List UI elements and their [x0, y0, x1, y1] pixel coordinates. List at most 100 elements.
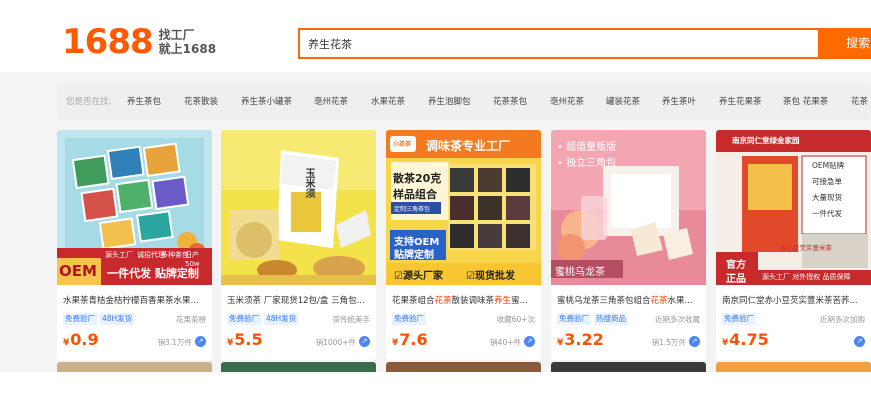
image-text: 蜜桃乌龙茶 [555, 267, 605, 278]
image-text: 样品组合 [393, 188, 437, 201]
product-image[interactable]: • 超值量贩版 • 独立三角包 蜜桃乌龙茶 [551, 130, 706, 285]
product-image[interactable]: 南京同仁堂绿金家园 OEM贴牌 可接急单 大量现货 一件代发 官方 正品 源头工… [716, 130, 871, 285]
price-value: 7.6 [399, 330, 428, 349]
image-text: 可接急单 [812, 177, 842, 186]
logo-slogan-line1: 找工厂 [158, 28, 195, 42]
product-title[interactable]: 水果茶青桔金桔柠檬百香果茶水果... [63, 294, 211, 306]
title-highlight: 花茶 [434, 296, 452, 306]
logo[interactable]: 1688 找工厂 就上1688 [62, 22, 216, 62]
product-image[interactable]: 玉米须 [221, 130, 376, 285]
price-value: 5.5 [234, 330, 263, 349]
tag-list: 免费验厂 [392, 313, 426, 325]
title-text: 散装调味茶 [451, 296, 495, 306]
suggestion-item[interactable]: 养生茶包 [127, 95, 161, 107]
image-text: ☑源头厂家 [394, 271, 443, 282]
product-title[interactable]: 南京同仁堂赤小豆芡实薏米茶苦荞... [722, 294, 870, 306]
price-value: 3.22 [564, 330, 604, 349]
tag: 免费验厂 [63, 313, 97, 325]
shop-note: 收藏60+次 [496, 315, 535, 324]
image-text: 小茶茶 [393, 141, 412, 148]
shop-note: 花果茶榜 [176, 315, 206, 324]
tag: 热搜商品 [594, 313, 628, 325]
tag: 免费验厂 [227, 313, 261, 325]
image-text: ☑现货批发 [466, 271, 515, 282]
logo-number: 1688 [62, 22, 154, 62]
product-image[interactable]: 源头工厂 诚招代理 多种茶包 日产50w OEM 一件代发 贴牌定制 [57, 130, 212, 285]
product-card-partial[interactable] [551, 362, 706, 372]
currency-symbol: ¥ [722, 338, 729, 348]
suggestion-item[interactable]: 养生茶小罐茶 [241, 95, 292, 107]
product-title[interactable]: 玉米须茶 厂家现货12包/盒 三角包... [227, 294, 375, 306]
image-text: 正品 [726, 274, 746, 285]
title-highlight: 花茶 [650, 296, 668, 306]
suggestion-item[interactable]: 水果花茶 [371, 95, 405, 107]
product-card-partial[interactable] [716, 362, 871, 372]
product-card[interactable]: • 超值量贩版 • 独立三角包 蜜桃乌龙茶 蜜桃乌龙茶三角茶包组合花茶水果...… [551, 130, 706, 360]
suggestion-item[interactable]: 茶包 花果茶 [783, 95, 828, 107]
tag: 48H发货 [264, 313, 299, 325]
suggestion-item[interactable]: 花茶散装 [184, 95, 218, 107]
image-text: 源头工厂 [105, 251, 133, 259]
shop-note: 茶传统美手 [332, 315, 371, 324]
suggestion-item[interactable]: 养生花果茶 [719, 95, 762, 107]
image-text: 调味茶专业工厂 [426, 139, 511, 153]
image-text: • 超值量贩版 [557, 142, 617, 153]
product-image[interactable]: 小茶茶 调味茶专业工厂 散茶20克 样品组合 定制三角茶包 支持OEM 贴牌定制… [386, 130, 541, 285]
suggestion-item[interactable]: 罐装花茶 [606, 95, 640, 107]
suggestion-item[interactable]: 养生茶叶 [662, 95, 696, 107]
product-card[interactable]: 南京同仁堂绿金家园 OEM贴牌 可接急单 大量现货 一件代发 官方 正品 源头工… [716, 130, 871, 360]
currency-symbol: ¥ [557, 338, 564, 348]
info-icon[interactable]: ↗ [195, 336, 206, 347]
info-icon[interactable]: ↗ [689, 336, 700, 347]
tag: 免费验厂 [722, 313, 756, 325]
suggestion-item[interactable]: 亳州花茶 [314, 95, 348, 107]
image-text: OEM贴牌 [812, 161, 845, 170]
image-text: OEM [59, 262, 97, 280]
product-card-partial[interactable] [57, 362, 212, 372]
price: ¥5.5 [227, 330, 263, 349]
suggestion-item[interactable]: 养生泡脚包 [428, 95, 471, 107]
price: ¥4.75 [722, 330, 769, 349]
tag-list: 免费验厂 [722, 313, 756, 325]
shop-note: 近期多次收藏 [655, 315, 700, 324]
suggestion-bar: 您是否在找: 养生茶包 花茶散装 养生茶小罐茶 亳州花茶 水果花茶 养生泡脚包 … [57, 84, 871, 120]
tag-list: 免费验厂 48H发货 [227, 313, 299, 325]
image-text: • 独立三角包 [557, 158, 617, 169]
product-card-partial[interactable] [221, 362, 376, 372]
price-value: 0.9 [70, 330, 99, 349]
info-icon[interactable]: ↗ [359, 336, 370, 347]
product-title[interactable]: 蜜桃乌龙茶三角茶包组合花茶水果... [557, 294, 705, 306]
title-highlight: 养生 [494, 296, 512, 306]
product-image-graphic [221, 130, 376, 285]
tag: 48H发货 [100, 313, 135, 325]
header: 1688 找工厂 就上1688 搜索 [0, 12, 871, 72]
image-text: 大量现货 [812, 193, 842, 202]
title-text: 蜜... [511, 296, 528, 306]
suggestion-item[interactable]: 花茶茶包 [493, 95, 527, 107]
suggestion-item[interactable]: 亳州花茶 [550, 95, 584, 107]
image-text: 赤小豆芡实薏米茶 [780, 244, 832, 252]
price: ¥7.6 [392, 330, 428, 349]
suggestion-item[interactable]: 花茶 [851, 95, 868, 107]
product-title[interactable]: 花果茶组合花茶散装调味茶养生蜜... [392, 294, 540, 306]
image-text: 南京同仁堂绿金家园 [732, 136, 800, 145]
price: ¥0.9 [63, 330, 99, 349]
shop-note: 近期多次加购 [820, 315, 865, 324]
info-icon[interactable]: ↗ [854, 336, 865, 347]
product-card-partial[interactable] [386, 362, 541, 372]
product-grid: 源头工厂 诚招代理 多种茶包 日产50w OEM 一件代发 贴牌定制 水果茶青桔… [57, 130, 871, 370]
currency-symbol: ¥ [392, 338, 399, 348]
product-card[interactable]: 小茶茶 调味茶专业工厂 散茶20克 样品组合 定制三角茶包 支持OEM 贴牌定制… [386, 130, 541, 360]
tag-list: 免费验厂 热搜商品 [557, 313, 628, 325]
currency-symbol: ¥ [227, 338, 234, 348]
search-button[interactable]: 搜索 [818, 28, 871, 59]
info-icon[interactable]: ↗ [524, 336, 535, 347]
image-text: 官方 [726, 260, 746, 271]
sales-count: 销40+件 [490, 338, 521, 347]
product-card[interactable]: 玉米须 玉米须茶 厂家现货12包/盒 三角包... 免费验厂 48H发货 茶传统… [221, 130, 376, 360]
top-strip [0, 0, 871, 12]
search-input[interactable] [300, 30, 818, 57]
image-text: 一件代发 贴牌定制 [107, 267, 199, 280]
price-value: 4.75 [729, 330, 769, 349]
product-card[interactable]: 源头工厂 诚招代理 多种茶包 日产50w OEM 一件代发 贴牌定制 水果茶青桔… [57, 130, 212, 360]
